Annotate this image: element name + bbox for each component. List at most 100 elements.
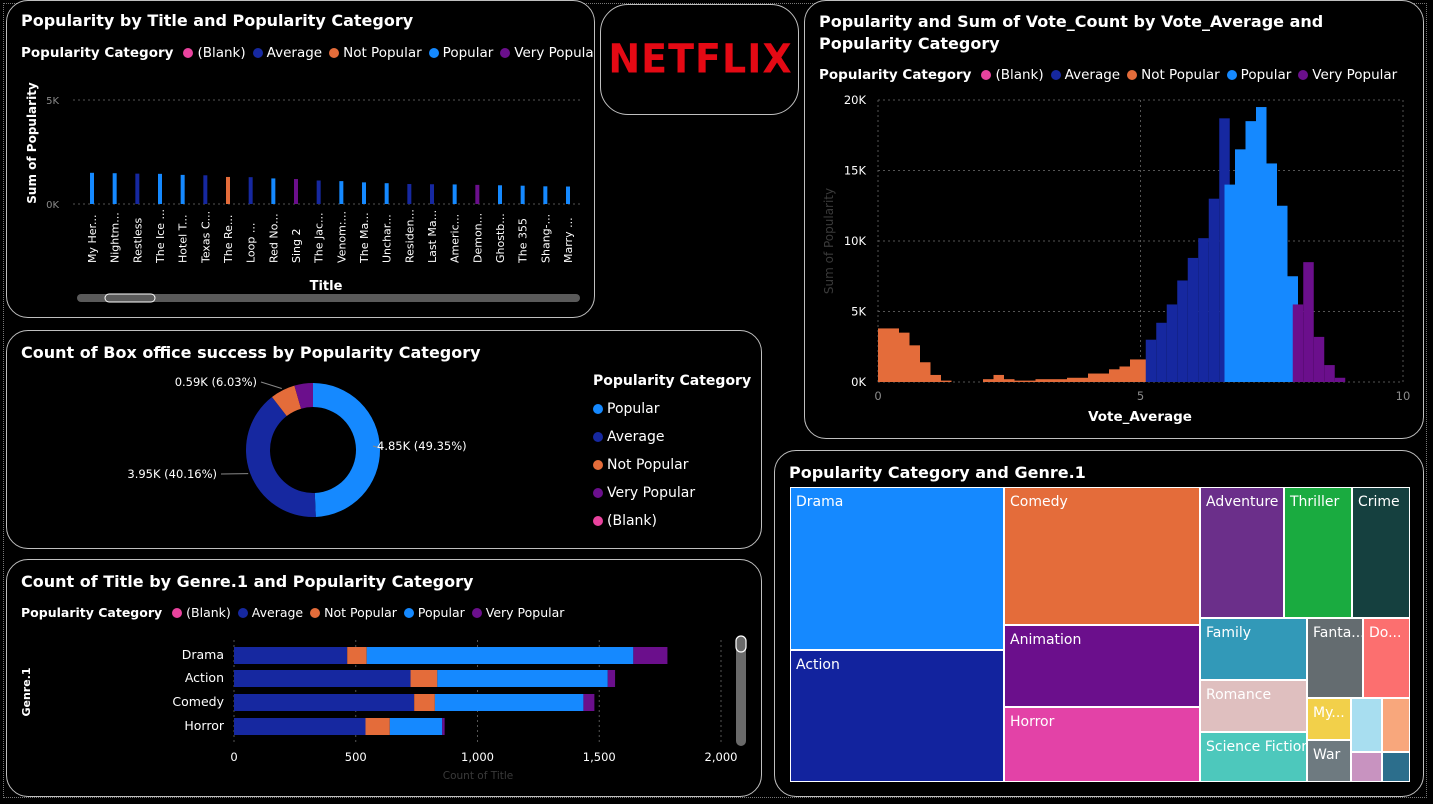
treemap-cell[interactable]: War [1307, 740, 1351, 782]
netflix-logo: NETFLIX [608, 35, 793, 83]
y-axis-title: Genre.1 [20, 667, 33, 716]
legend-item-not_popular[interactable]: Not Popular [593, 451, 695, 479]
legend-label: Not Popular [607, 457, 689, 473]
stacked-bar-segment [366, 647, 634, 664]
vote-average-card[interactable]: Popularity and Sum of Vote_Count by Vote… [804, 0, 1424, 439]
data-label: 4.85K (49.35%) [377, 439, 467, 453]
treemap-cell[interactable]: Fanta... [1307, 618, 1363, 698]
histogram-bar [930, 374, 941, 382]
stacked-bar-segment [414, 694, 435, 711]
popularity-by-title-card[interactable]: Popularity by Title and Popularity Categ… [6, 0, 595, 318]
bar [452, 184, 457, 204]
histogram-bar [920, 362, 931, 382]
x-axis-title: Count of Title [443, 770, 513, 782]
legend-dot [593, 516, 603, 526]
box-office-card[interactable]: Count of Box office success by Popularit… [6, 330, 762, 549]
treemap-cell[interactable]: Thriller [1284, 487, 1352, 618]
genre-count-card[interactable]: Count of Title by Genre.1 and Popularity… [6, 559, 762, 797]
stacked-bar-segment [437, 670, 608, 687]
category-label: Horror [184, 718, 224, 733]
treemap-label: My... [1313, 705, 1345, 721]
treemap-cell[interactable]: Drama [790, 487, 1004, 650]
x-tick-label: Texas C... [199, 211, 212, 264]
y-tick-label: 0K [851, 375, 866, 389]
histogram-bar [1004, 379, 1015, 382]
treemap-cell[interactable]: Science Fiction [1200, 732, 1307, 782]
scrollbar-thumb[interactable] [104, 293, 156, 303]
histogram-bar [1224, 184, 1235, 382]
stacked-bar-segment [633, 647, 668, 664]
x-tick-label: Demon... [471, 213, 484, 263]
x-tick-label: 500 [345, 750, 367, 764]
donut-slice [245, 397, 316, 517]
histogram-bar [1156, 322, 1167, 382]
bar [316, 180, 321, 204]
treemap-cell[interactable] [1351, 752, 1382, 782]
legend-item-blank[interactable]: (Blank) [593, 507, 695, 535]
treemap-label: War [1313, 747, 1341, 763]
histogram-bar [1025, 380, 1036, 382]
treemap-label: Drama [796, 494, 844, 510]
donut-slice [313, 383, 380, 517]
bar [543, 186, 548, 204]
histogram-bar [1187, 257, 1199, 382]
legend-item-average[interactable]: Average [593, 423, 695, 451]
histogram-bar [1266, 163, 1277, 382]
treemap-cell[interactable] [1382, 698, 1410, 752]
vote-average-chart[interactable]: 0K 5K 10K 15K 20K 0 5 10 Sum of Popularity Vote_A… [805, 1, 1424, 439]
x-axis-title: Vote_Average [1088, 409, 1192, 425]
legend-dot [593, 488, 603, 498]
genre-stacked-bar-chart[interactable]: 0 500 1,000 1,500 2,000 Count of Title Genre.1… [7, 560, 762, 797]
treemap-cell[interactable]: Romance [1200, 680, 1307, 732]
data-label: 0.59K (6.03%) [175, 375, 257, 389]
treemap-cell[interactable]: My... [1307, 698, 1351, 740]
treemap-cell[interactable] [1351, 698, 1382, 752]
treemap-cell[interactable]: Comedy [1004, 487, 1200, 625]
treemap-cell[interactable] [1382, 752, 1410, 782]
scrollbar-thumb[interactable] [735, 635, 747, 653]
treemap-cell[interactable]: Family [1200, 618, 1307, 680]
histogram-bar [1098, 373, 1109, 382]
histogram-bar [1303, 262, 1314, 382]
treemap-cell[interactable]: Animation [1004, 625, 1200, 707]
histogram-bar [1235, 149, 1246, 382]
treemap-cell[interactable]: Adventure [1200, 487, 1284, 618]
treemap-cell[interactable]: Horror [1004, 707, 1200, 782]
bar [339, 181, 344, 204]
histogram-bar [888, 328, 899, 382]
legend-item-very_popular[interactable]: Very Popular [593, 479, 695, 507]
netflix-logo-card: NETFLIX [600, 4, 799, 115]
y-tick-label: 15K [844, 164, 867, 178]
category-label: Drama [182, 647, 224, 662]
treemap-label: Animation [1010, 632, 1082, 648]
histogram-bar [941, 380, 952, 382]
histogram-bar [909, 345, 920, 382]
bar [112, 173, 117, 204]
x-tick-label: 1,000 [461, 750, 494, 764]
treemap-cell[interactable]: Action [790, 650, 1004, 782]
y-tick-label: 10K [844, 234, 867, 248]
histogram-bar [1208, 198, 1220, 382]
bar [180, 174, 185, 204]
x-tick-label: Last Ma... [426, 210, 439, 263]
histogram-bar [1334, 377, 1346, 382]
genre-treemap-card[interactable]: Popularity Category and Genre.1 Drama Act… [774, 450, 1424, 797]
genre-treemap[interactable]: Drama Action Comedy Animation Horror Adventur… [790, 487, 1410, 783]
histogram-bar [878, 328, 889, 382]
legend-item-popular[interactable]: Popular [593, 395, 695, 423]
x-tick-label: Sing 2 [290, 229, 303, 264]
bar [158, 173, 162, 204]
treemap-label: Horror [1010, 714, 1055, 730]
bar [248, 177, 253, 204]
treemap-cell[interactable]: Crime [1352, 487, 1410, 618]
title-bar-chart[interactable]: 5K 0K Sum of Popularity My Her... Nightm... R… [7, 1, 595, 318]
x-tick-label: The Ma... [358, 212, 371, 264]
treemap-cell[interactable]: Do... [1363, 618, 1410, 698]
legend-dot [593, 460, 603, 470]
treemap-label: Fanta... [1313, 625, 1363, 641]
histogram-bar [1077, 377, 1088, 382]
y-tick-label: 20K [844, 93, 867, 107]
treemap-label: Comedy [1010, 494, 1068, 510]
bar [362, 182, 366, 204]
histogram-bar [1014, 380, 1025, 382]
